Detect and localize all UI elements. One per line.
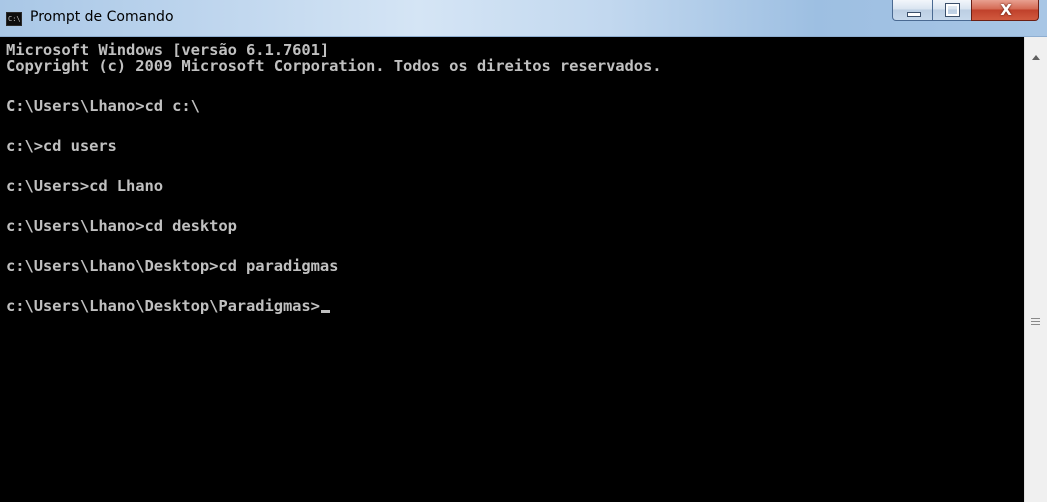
console-line: c:\Users\Lhano>cd desktop — [6, 217, 237, 235]
console-prompt: c:\Users\Lhano\Desktop\Paradigmas> — [6, 297, 320, 315]
console-line: c:\Users\Lhano\Desktop>cd paradigmas — [6, 257, 339, 275]
console-line: C:\Users\Lhano>cd c:\ — [6, 97, 200, 115]
window-title: Prompt de Comando — [30, 9, 174, 25]
minimize-icon — [907, 12, 921, 17]
scroll-up-arrow-icon[interactable] — [1032, 55, 1040, 60]
minimize-button[interactable] — [892, 0, 933, 21]
console-line: c:\>cd users — [6, 137, 117, 155]
scroll-thumb-grip-icon[interactable] — [1031, 318, 1040, 327]
cmd-app-icon[interactable]: C:\ — [6, 12, 22, 26]
vertical-scrollbar[interactable] — [1024, 37, 1047, 502]
console-output[interactable]: Microsoft Windows [versão 6.1.7601] Copy… — [0, 37, 1024, 502]
console-line: c:\Users>cd Lhano — [6, 177, 163, 195]
close-button[interactable]: X — [971, 0, 1039, 21]
title-bar[interactable]: C:\ Prompt de Comando X — [0, 0, 1047, 37]
close-icon: X — [1000, 1, 1012, 19]
console-line: Copyright (c) 2009 Microsoft Corporation… — [6, 57, 662, 75]
text-cursor — [320, 310, 330, 313]
maximize-icon — [945, 3, 960, 17]
command-prompt-window: C:\ Prompt de Comando X Microsoft Window… — [0, 0, 1047, 502]
maximize-button[interactable] — [932, 0, 972, 21]
console-prompt-line: c:\Users\Lhano\Desktop\Paradigmas> — [6, 297, 330, 315]
